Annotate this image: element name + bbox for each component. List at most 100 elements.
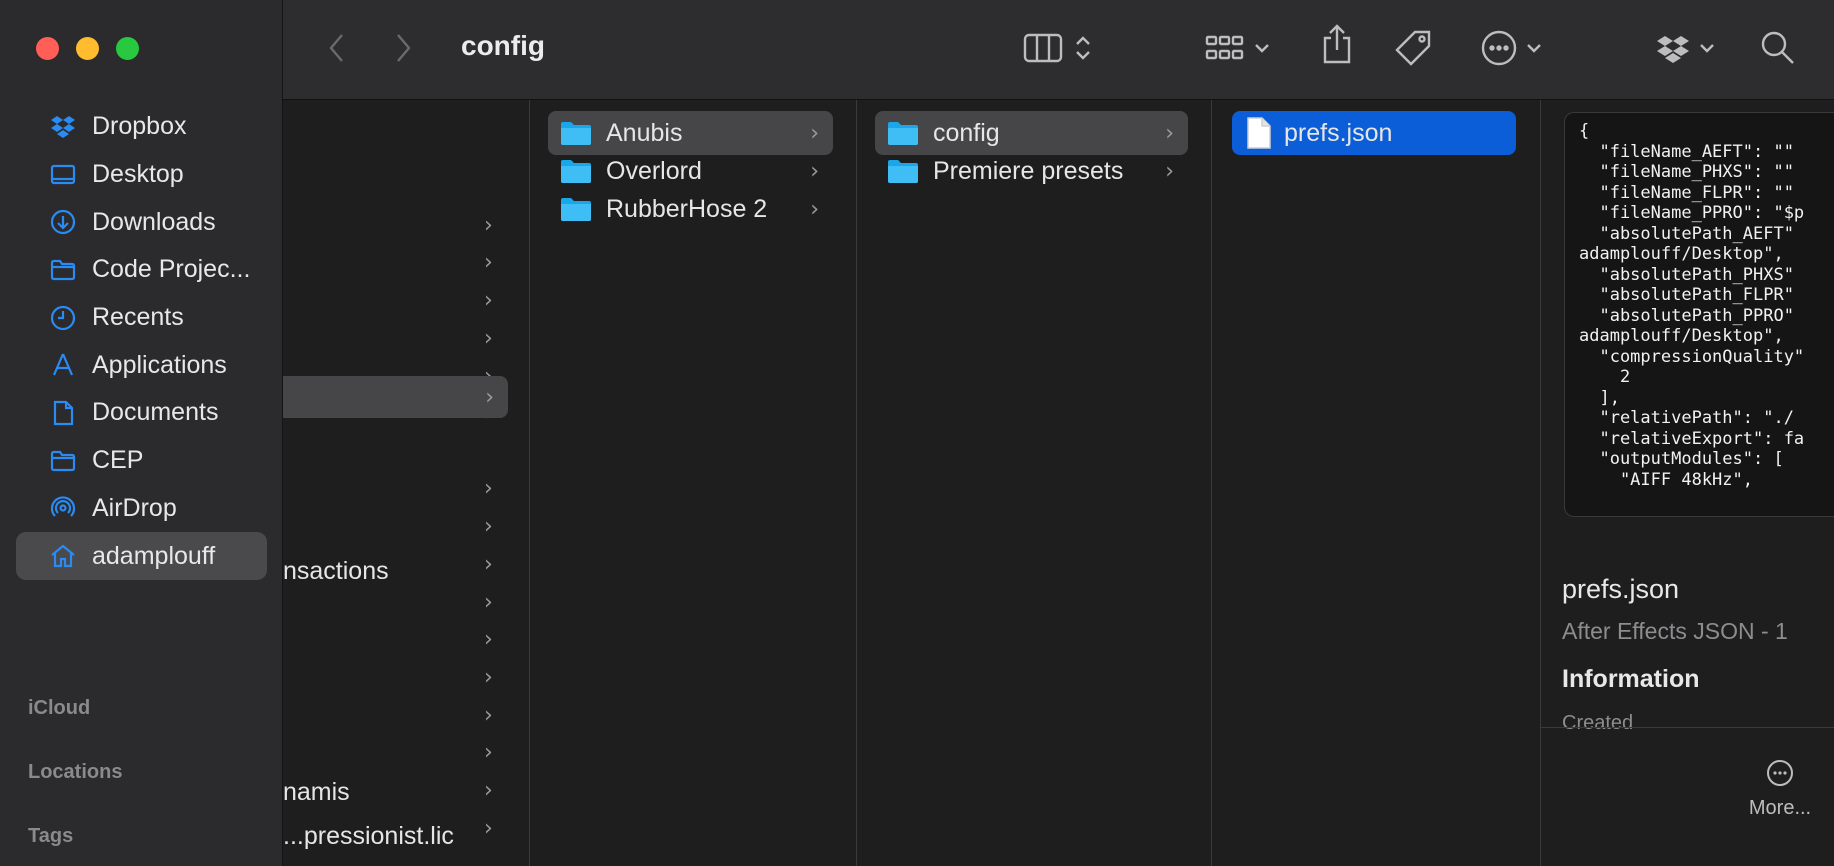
folder-icon — [48, 255, 78, 285]
toolbar: config — [283, 0, 1834, 100]
chevron-right-icon[interactable]: › — [484, 476, 493, 501]
airdrop-icon — [48, 493, 78, 523]
sidebar-item-label: Recents — [92, 303, 184, 332]
home-icon — [48, 541, 78, 571]
preview-file-kind: After Effects JSON - 1 — [1562, 618, 1788, 644]
sidebar-item-adamplouff[interactable]: adamplouff — [16, 532, 267, 581]
chevron-right-icon[interactable]: › — [484, 665, 493, 690]
forward-button[interactable] — [391, 28, 415, 68]
sidebar-item-label: Downloads — [92, 207, 216, 236]
folder-icon — [561, 198, 591, 221]
chevron-right-icon[interactable]: › — [484, 288, 493, 313]
column-1-item-transactions[interactable]: nsactions — [283, 557, 389, 586]
sidebar-item-desktop[interactable]: Desktop — [16, 151, 267, 199]
chevron-right-icon[interactable]: › — [484, 627, 493, 652]
column-1-selected-row[interactable]: › — [283, 376, 508, 418]
zoom-window-button[interactable] — [116, 37, 139, 60]
grid-icon — [1205, 35, 1244, 60]
sidebar-item-downloads[interactable]: Downloads — [16, 198, 267, 246]
document-icon — [1247, 117, 1271, 149]
column2-item-rubberhose-2[interactable]: RubberHose 2 › — [548, 187, 833, 231]
search-button[interactable] — [1759, 28, 1797, 68]
window-title: config — [461, 30, 545, 61]
column3-item-premiere-presets[interactable]: Premiere presets › — [875, 149, 1188, 193]
search-icon — [1761, 31, 1794, 64]
chevron-right-icon[interactable]: › — [484, 552, 493, 577]
dropbox-menu-button[interactable] — [1655, 28, 1717, 68]
ellipsis-circle-icon — [1767, 760, 1793, 786]
sidebar-section-locations[interactable]: Locations — [28, 761, 122, 784]
minimize-window-button[interactable] — [76, 37, 99, 60]
more-label: More... — [1748, 797, 1812, 819]
chevron-right-icon — [397, 34, 411, 62]
sidebar-item-label: Code Projec... — [92, 255, 251, 284]
sidebar-item-label: Desktop — [92, 160, 184, 189]
chevron-right-icon[interactable]: › — [484, 326, 493, 351]
sidebar-item-cep[interactable]: CEP — [16, 437, 267, 485]
folder-icon — [888, 160, 918, 183]
sidebar-item-label: CEP — [92, 446, 144, 475]
chevron-right-icon[interactable]: › — [484, 816, 493, 841]
share-button[interactable] — [1320, 24, 1354, 64]
sidebar-item-airdrop[interactable]: AirDrop — [16, 485, 267, 533]
back-button[interactable] — [325, 28, 349, 68]
sidebar-item-documents[interactable]: Documents — [16, 389, 267, 437]
dropbox-icon — [1657, 36, 1689, 63]
folder-icon — [561, 122, 591, 145]
sidebar-item-applications[interactable]: Applications — [16, 341, 267, 389]
sidebar-section-tags[interactable]: Tags — [28, 825, 73, 848]
chevron-right-icon: › — [810, 196, 819, 222]
desktop-icon — [48, 160, 78, 190]
chevron-right-icon[interactable]: › — [484, 514, 493, 539]
chevron-left-icon — [329, 34, 343, 62]
sidebar-item-label: Documents — [92, 398, 219, 427]
tags-button[interactable] — [1393, 28, 1435, 68]
file-row-prefs-json[interactable]: prefs.json — [1232, 111, 1516, 155]
folder-name-label: RubberHose 2 — [606, 194, 768, 223]
view-mode-button[interactable] — [1022, 28, 1094, 68]
chevron-right-icon[interactable]: › — [484, 703, 493, 728]
ellipsis-circle-icon — [1481, 30, 1517, 66]
folder-icon — [888, 122, 918, 145]
preview-file-name: prefs.json — [1562, 574, 1680, 604]
more-button[interactable]: More... — [1740, 758, 1820, 820]
column-1 — [283, 100, 530, 866]
chevron-right-icon[interactable]: › — [484, 590, 493, 615]
chevron-right-icon[interactable]: › — [484, 213, 493, 238]
column-3 — [857, 100, 1212, 866]
columns-view-icon — [1023, 33, 1063, 63]
chevron-right-icon: › — [810, 158, 819, 184]
chevron-right-icon: › — [810, 120, 819, 146]
chevron-right-icon[interactable]: › — [484, 740, 493, 765]
applications-icon — [48, 350, 78, 380]
file-name-label: prefs.json — [1284, 118, 1393, 147]
chevron-right-icon[interactable]: › — [484, 778, 493, 803]
chevron-down-icon — [1700, 44, 1714, 53]
sidebar-item-dropbox[interactable]: Dropbox — [16, 103, 267, 151]
sidebar-item-code-projec[interactable]: Code Projec... — [16, 246, 267, 294]
downloads-icon — [48, 207, 78, 237]
chevron-down-icon — [1255, 44, 1269, 53]
column-1-item-dynamis[interactable]: namis — [283, 778, 350, 807]
chevron-right-icon: › — [1165, 120, 1174, 146]
folder-name-label: config — [933, 118, 1000, 147]
chevron-down-icon — [1527, 44, 1541, 53]
sidebar-item-recents[interactable]: Recents — [16, 294, 267, 342]
group-button[interactable] — [1204, 28, 1272, 68]
chevron-right-icon[interactable]: › — [484, 250, 493, 275]
share-icon — [1323, 24, 1351, 64]
tag-icon — [1395, 30, 1431, 66]
sidebar-section-icloud[interactable]: iCloud — [28, 697, 90, 720]
chevron-right-icon: › — [1165, 158, 1174, 184]
folder-name-label: Premiere presets — [933, 156, 1124, 185]
action-menu-button[interactable] — [1480, 28, 1544, 68]
folder-icon — [48, 446, 78, 476]
close-window-button[interactable] — [36, 37, 59, 60]
folder-icon — [561, 160, 591, 183]
column-1-item-license[interactable]: ...pressionist.lic — [283, 822, 454, 851]
dropbox-icon — [48, 112, 78, 142]
sidebar-item-label: AirDrop — [92, 493, 177, 522]
column-4 — [1212, 100, 1541, 866]
sidebar-item-label: Applications — [92, 350, 227, 379]
sidebar-favorites: Dropbox Desktop Downloads Code Projec... Rec… — [0, 103, 283, 581]
